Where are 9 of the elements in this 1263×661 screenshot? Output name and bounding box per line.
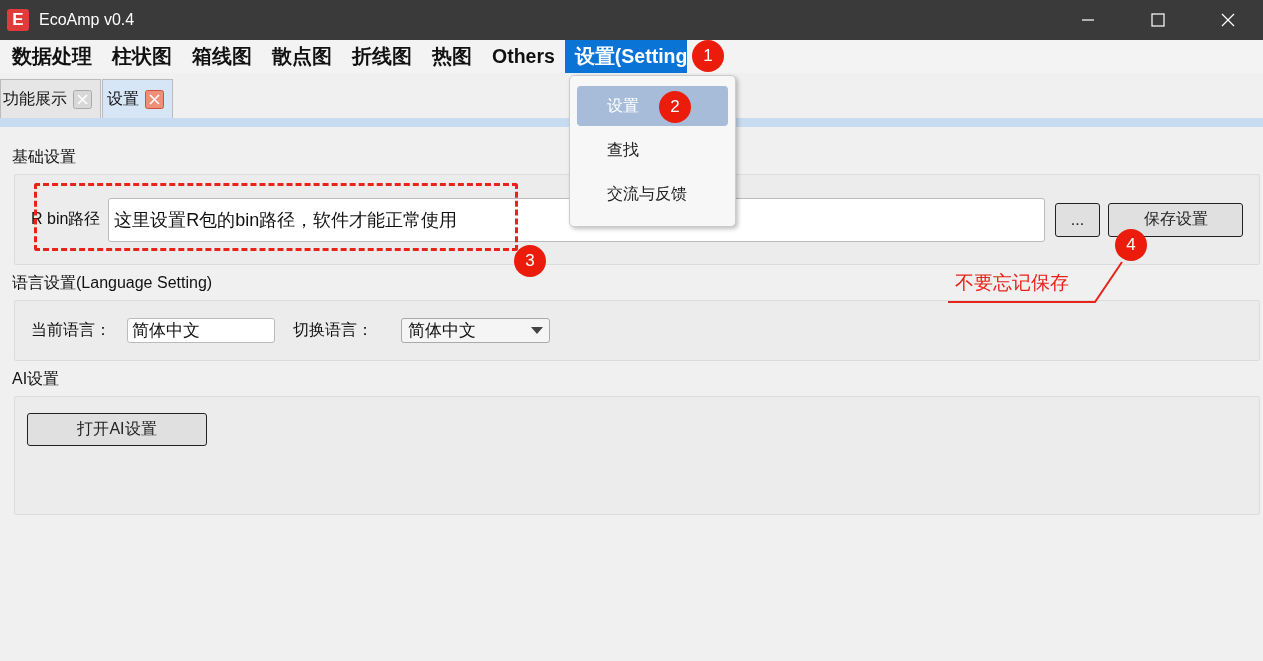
group-title: 基础设置 (12, 147, 76, 167)
annotation-note: 不要忘记保存 (955, 271, 1069, 295)
field-label: 切换语言： (293, 320, 373, 340)
step-number: 3 (514, 245, 546, 277)
app-logo: E (7, 9, 29, 31)
field-label: 当前语言： (31, 320, 111, 340)
window-title: EcoAmp v0.4 (39, 11, 136, 29)
group-title: AI设置 (12, 369, 60, 389)
group-title: 语言设置(Language Setting) (12, 273, 213, 293)
